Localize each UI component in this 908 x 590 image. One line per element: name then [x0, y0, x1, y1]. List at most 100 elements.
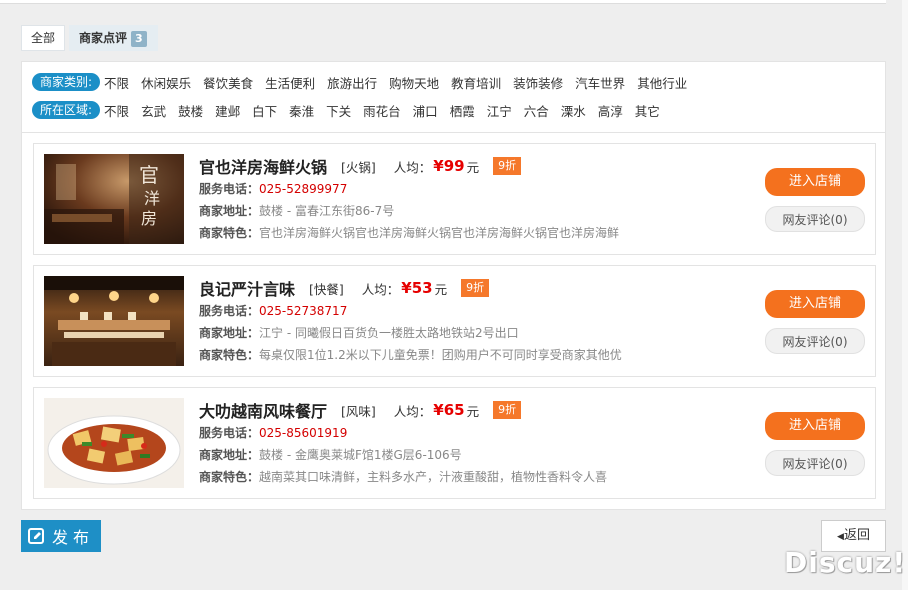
enter-shop-button[interactable]: 进入店铺 [765, 412, 865, 440]
price-value: 99 [443, 157, 465, 175]
category-option[interactable]: 其他行业 [637, 73, 687, 92]
phone-row: 服务电话：025-85601919 [199, 422, 607, 444]
category-filter-row: 商家类别: 不限 休闲娱乐 餐饮美食 生活便利 旅游出行 购物天地 教育培训 装… [32, 72, 699, 92]
phone-label: 服务电话： [199, 182, 260, 196]
currency-symbol: ¥ [433, 157, 444, 175]
area-option[interactable]: 高淳 [598, 101, 623, 120]
phone-value: 025-52738717 [259, 304, 348, 318]
shop-name[interactable]: 官也洋房海鲜火锅 [199, 154, 327, 178]
shop-list: 官 洋 房 官也洋房海鲜火锅 [火锅] 人均： ¥99 元 9折 服务电话：02… [21, 133, 886, 510]
area-option[interactable]: 玄武 [141, 101, 166, 120]
address-row: 商家地址：江宁 - 同曦假日百货负一楼胜太路地铁站2号出口 [199, 322, 622, 344]
discount-badge: 9折 [493, 401, 522, 419]
area-option[interactable]: 溧水 [561, 101, 586, 120]
avg-price: ¥53 [401, 279, 432, 297]
shop-photo[interactable] [44, 276, 184, 366]
price-unit: 元 [434, 281, 448, 297]
shop-category: [风味] [341, 403, 376, 419]
avg-price-label: 人均： [361, 281, 400, 297]
review-count-badge: 3 [131, 31, 147, 47]
tab-bar: 全部 商家点评 3 [21, 25, 158, 51]
category-option[interactable]: 休闲娱乐 [141, 73, 191, 92]
address-row: 商家地址：鼓楼 - 金鹰奥莱城F馆1楼G层6-106号 [199, 444, 607, 466]
area-option[interactable]: 鼓楼 [178, 101, 203, 120]
avg-price-label: 人均： [393, 403, 432, 419]
back-arrow-icon: ◀ [837, 532, 844, 542]
phone-value: 025-85601919 [259, 426, 348, 440]
price-value: 53 [411, 279, 433, 297]
price-unit: 元 [466, 159, 480, 175]
back-label: 返回 [843, 528, 870, 543]
feature-value: 越南菜其口味清鲜，主料多水产，汁液重酸甜，植物性香料令人喜 [259, 470, 608, 484]
feature-label: 商家特色： [199, 470, 260, 484]
area-option[interactable]: 白下 [252, 101, 277, 120]
address-label: 商家地址： [199, 326, 260, 340]
phone-value: 025-52899977 [259, 182, 348, 196]
shop-info: 官也洋房海鲜火锅 [火锅] 人均： ¥99 元 9折 服务电话：025-5289… [199, 154, 619, 244]
category-option[interactable]: 教育培训 [451, 73, 501, 92]
category-option[interactable]: 装饰装修 [513, 73, 563, 92]
feature-row: 商家特色：越南菜其口味清鲜，主料多水产，汁液重酸甜，植物性香料令人喜 [199, 466, 607, 488]
avg-price-label: 人均： [393, 159, 432, 175]
category-option[interactable]: 汽车世界 [575, 73, 625, 92]
shop-name[interactable]: 良记严汁言味 [199, 276, 295, 300]
price-unit: 元 [466, 403, 480, 419]
area-option[interactable]: 雨花台 [363, 101, 401, 120]
category-option[interactable]: 旅游出行 [327, 73, 377, 92]
phone-label: 服务电话： [199, 426, 260, 440]
top-panel-edge [0, 0, 886, 4]
area-option[interactable]: 江宁 [487, 101, 512, 120]
area-option[interactable]: 不限 [104, 101, 129, 120]
shop-category: [快餐] [309, 281, 344, 297]
category-option[interactable]: 餐饮美食 [203, 73, 253, 92]
address-value: 江宁 - 同曦假日百货负一楼胜太路地铁站2号出口 [259, 326, 519, 340]
svg-text:洋: 洋 [144, 189, 160, 208]
address-label: 商家地址： [199, 448, 260, 462]
address-label: 商家地址： [199, 204, 260, 218]
area-option[interactable]: 建邺 [215, 101, 240, 120]
right-scroll-edge [902, 0, 908, 590]
area-option[interactable]: 栖霞 [450, 101, 475, 120]
category-option[interactable]: 不限 [104, 73, 129, 92]
svg-text:房: 房 [141, 209, 157, 228]
shop-category: [火锅] [341, 159, 376, 175]
area-option[interactable]: 六合 [524, 101, 549, 120]
publish-button[interactable]: 发布 [21, 520, 101, 552]
feature-value: 每桌仅限1位1.2米以下儿童免票！团购用户不可同时享受商家其他优 [259, 348, 622, 362]
area-option[interactable]: 浦口 [413, 101, 438, 120]
tab-all-label: 全部 [31, 31, 56, 45]
category-option[interactable]: 生活便利 [265, 73, 315, 92]
shop-photo[interactable] [44, 398, 184, 488]
reviews-button[interactable]: 网友评论(0) [765, 328, 865, 354]
phone-row: 服务电话：025-52899977 [199, 178, 619, 200]
shop-info: 大叻越南风味餐厅 [风味] 人均： ¥65 元 9折 服务电话：025-8560… [199, 398, 607, 488]
feature-label: 商家特色： [199, 348, 260, 362]
address-value: 鼓楼 - 金鹰奥莱城F馆1楼G层6-106号 [259, 448, 462, 462]
shop-card: 官 洋 房 官也洋房海鲜火锅 [火锅] 人均： ¥99 元 9折 服务电话：02… [33, 143, 876, 255]
area-option[interactable]: 秦淮 [289, 101, 314, 120]
tab-merchant-reviews-label: 商家点评 [79, 31, 128, 45]
shop-info: 良记严汁言味 [快餐] 人均： ¥53 元 9折 服务电话：025-527387… [199, 276, 622, 366]
feature-value: 官也洋房海鲜火锅官也洋房海鲜火锅官也洋房海鲜火锅官也洋房海鲜 [259, 226, 620, 240]
currency-symbol: ¥ [401, 279, 412, 297]
price-value: 65 [443, 401, 465, 419]
discount-badge: 9折 [461, 279, 490, 297]
enter-shop-button[interactable]: 进入店铺 [765, 290, 865, 318]
reviews-button[interactable]: 网友评论(0) [765, 206, 865, 232]
svg-text:官: 官 [139, 163, 159, 187]
discount-badge: 9折 [493, 157, 522, 175]
publish-label: 发布 [51, 528, 94, 547]
phone-label: 服务电话： [199, 304, 260, 318]
address-row: 商家地址：鼓楼 - 富春江东街86-7号 [199, 200, 619, 222]
area-option[interactable]: 其它 [635, 101, 660, 120]
shop-name[interactable]: 大叻越南风味餐厅 [199, 398, 327, 422]
currency-symbol: ¥ [433, 401, 444, 419]
category-option[interactable]: 购物天地 [389, 73, 439, 92]
tab-all[interactable]: 全部 [21, 25, 66, 51]
reviews-button[interactable]: 网友评论(0) [765, 450, 865, 476]
area-option[interactable]: 下关 [326, 101, 351, 120]
enter-shop-button[interactable]: 进入店铺 [765, 168, 865, 196]
shop-photo[interactable]: 官 洋 房 [44, 154, 184, 244]
area-filter-row: 所在区域: 不限 玄武 鼓楼 建邺 白下 秦淮 下关 雨花台 浦口 栖霞 江宁 … [32, 100, 672, 120]
tab-merchant-reviews[interactable]: 商家点评 3 [69, 25, 158, 51]
